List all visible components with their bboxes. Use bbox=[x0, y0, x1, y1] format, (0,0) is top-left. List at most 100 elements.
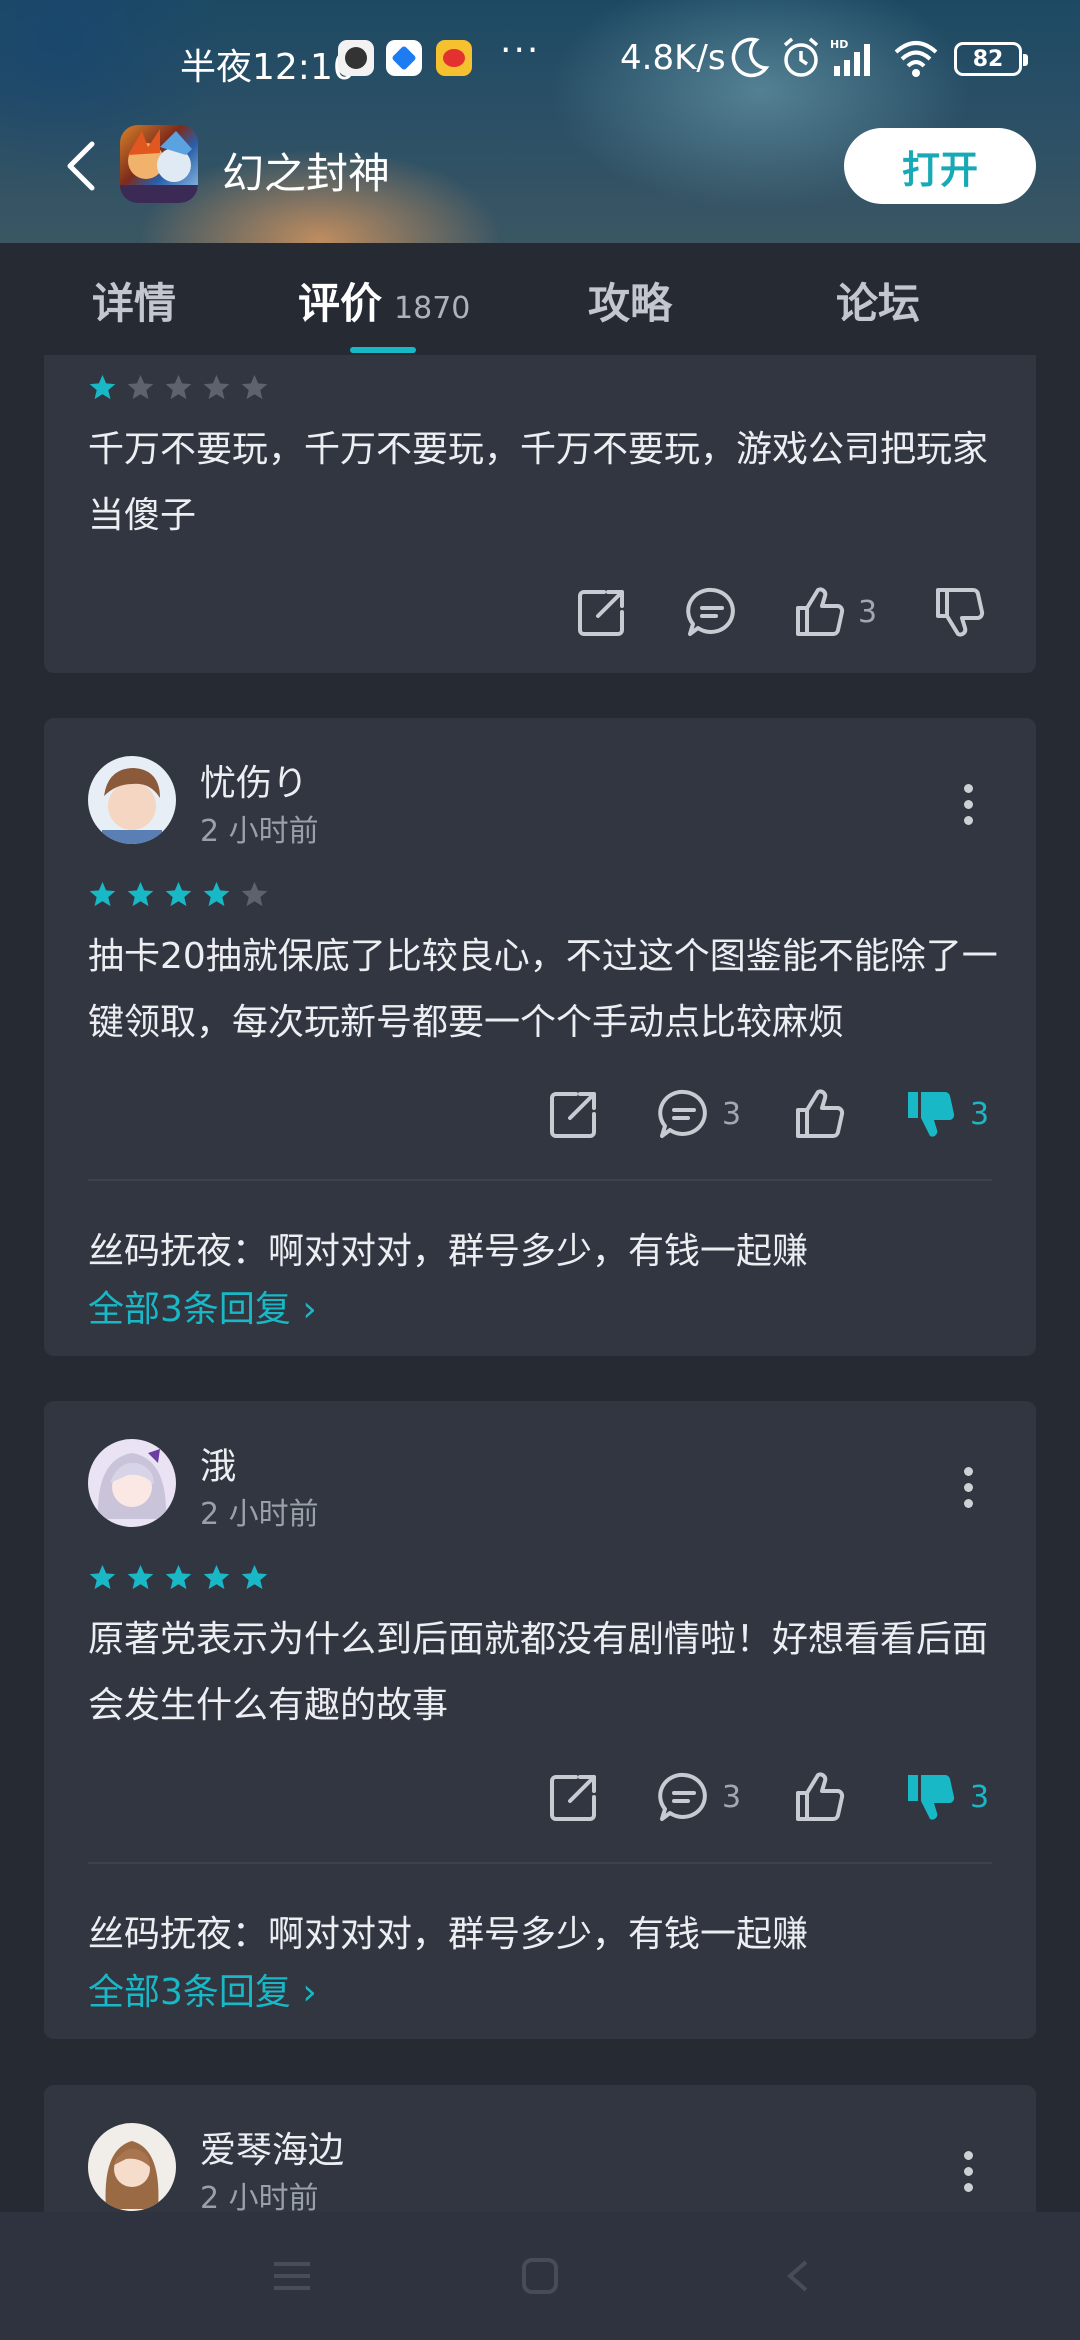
app-title: 幻之封神 bbox=[222, 149, 391, 198]
star-filled-icon bbox=[165, 881, 192, 907]
star-empty-icon bbox=[203, 374, 230, 400]
dislike-count: 3 bbox=[970, 1779, 990, 1815]
dislike-count: 3 bbox=[970, 1096, 990, 1132]
comment-button[interactable] bbox=[684, 582, 740, 642]
wifi-icon bbox=[894, 41, 938, 77]
status-time: 半夜12:10 bbox=[180, 47, 356, 88]
share-icon bbox=[550, 1775, 596, 1821]
star-filled-icon bbox=[127, 1564, 154, 1590]
like-button[interactable] bbox=[792, 1084, 848, 1144]
review-text: 原著党表示为什么到后面就都没有剧情啦！好想看看后面会发生什么有趣的故事 bbox=[88, 1619, 989, 1726]
tab-details[interactable]: 详情 bbox=[92, 270, 176, 331]
divider bbox=[88, 1179, 992, 1181]
more-notifications-icon: ··· bbox=[500, 30, 541, 71]
username: 爱琴海边 bbox=[200, 2130, 345, 2171]
reply-preview: 丝码抚夜：啊对对对，群号多少，有钱一起赚 bbox=[88, 1914, 809, 1955]
review-card: 忧伤り 2 小时前 抽卡20抽就保底了比较良心，不过这个图鉴能不能除了一键领取，… bbox=[44, 718, 1036, 1356]
moon-icon bbox=[731, 37, 770, 78]
star-filled-icon bbox=[89, 1564, 116, 1590]
rating-stars bbox=[88, 880, 269, 909]
menu-icon[interactable] bbox=[270, 2256, 314, 2296]
tab-label: 评价 bbox=[298, 279, 383, 328]
svg-text:HD: HD bbox=[830, 38, 848, 51]
review-card: 千万不要玩，千万不要玩，千万不要玩，游戏公司把玩家当傻子 3 bbox=[44, 355, 1036, 673]
review-card: 爱琴海边 2 小时前 bbox=[44, 2085, 1036, 2212]
share-button[interactable] bbox=[546, 1767, 602, 1827]
tab-reviews[interactable]: 评价 1870 bbox=[298, 270, 470, 331]
share-icon bbox=[578, 590, 624, 636]
review-actions: 3 3 bbox=[44, 1084, 1036, 1144]
more-options-button[interactable] bbox=[962, 784, 974, 830]
open-button[interactable]: 打开 bbox=[844, 128, 1036, 204]
rating-stars bbox=[88, 1563, 269, 1592]
review-text: 抽卡20抽就保底了比较良心，不过这个图鉴能不能除了一键领取，每次玩新号都要一个个… bbox=[88, 936, 998, 1043]
avatar[interactable] bbox=[88, 1439, 176, 1527]
tab-label: 详情 bbox=[92, 279, 177, 328]
back-nav-icon[interactable] bbox=[780, 2256, 820, 2296]
signal-icon: HD bbox=[830, 38, 870, 76]
more-options-button[interactable] bbox=[962, 2151, 974, 2197]
weibo-icon bbox=[436, 40, 472, 76]
comment-button[interactable]: 3 bbox=[656, 1767, 741, 1827]
status-bar: 半夜12:10 ··· 4.8K/s HD 82 bbox=[0, 0, 1080, 120]
alarm-icon bbox=[783, 37, 819, 77]
like-button[interactable]: 3 bbox=[792, 582, 877, 642]
dislike-button[interactable]: 3 bbox=[904, 1767, 989, 1827]
back-button[interactable] bbox=[58, 138, 106, 194]
star-filled-icon bbox=[203, 881, 230, 907]
thumbs-down-filled-icon bbox=[908, 1774, 955, 1820]
username: 忧伤り bbox=[200, 763, 309, 804]
battery-indicator: 82 bbox=[954, 42, 1028, 76]
review-count: 1870 bbox=[394, 291, 471, 326]
star-filled-icon bbox=[127, 881, 154, 907]
dislike-button[interactable] bbox=[932, 582, 988, 642]
star-filled-icon bbox=[89, 881, 116, 907]
review-actions: 3 bbox=[44, 582, 1036, 642]
star-empty-icon bbox=[241, 374, 268, 400]
share-button[interactable] bbox=[546, 1084, 602, 1144]
thumbs-down-filled-icon bbox=[908, 1091, 955, 1137]
rating-stars bbox=[88, 373, 269, 402]
network-speed: 4.8K/s bbox=[620, 38, 726, 78]
thumbs-up-icon bbox=[796, 1089, 845, 1138]
share-button[interactable] bbox=[574, 582, 630, 642]
reply-preview: 丝码抚夜：啊对对对，群号多少，有钱一起赚 bbox=[88, 1231, 809, 1272]
like-button[interactable] bbox=[792, 1767, 848, 1827]
review-card: 涐 2 小时前 原著党表示为什么到后面就都没有剧情啦！好想看看后面会发生什么有趣… bbox=[44, 1401, 1036, 2039]
like-count: 3 bbox=[858, 594, 878, 630]
comment-icon bbox=[658, 1089, 707, 1138]
review-time: 2 小时前 bbox=[200, 814, 319, 849]
divider bbox=[88, 1862, 992, 1864]
more-options-button[interactable] bbox=[962, 1467, 974, 1513]
view-all-replies-link[interactable]: 全部3条回复 › bbox=[88, 1963, 317, 2015]
thumbs-up-icon bbox=[796, 587, 845, 636]
thumbs-down-icon bbox=[936, 588, 985, 637]
avatar[interactable] bbox=[88, 2123, 176, 2211]
active-tab-indicator bbox=[350, 347, 416, 353]
app-header: 半夜12:10 ··· 4.8K/s HD 82 幻之封神 打开 bbox=[0, 0, 1080, 243]
tab-label: 攻略 bbox=[588, 279, 673, 328]
comment-button[interactable]: 3 bbox=[656, 1084, 741, 1144]
comment-icon bbox=[686, 587, 735, 636]
comment-icon bbox=[658, 1772, 707, 1821]
system-navigation-bar bbox=[0, 2212, 1080, 2340]
star-filled-icon bbox=[89, 374, 116, 400]
review-actions: 3 3 bbox=[44, 1767, 1036, 1827]
notification-app-icon bbox=[338, 40, 374, 76]
tab-forum[interactable]: 论坛 bbox=[836, 270, 920, 331]
notification-app-icon bbox=[386, 40, 422, 76]
star-filled-icon bbox=[203, 1564, 230, 1590]
dislike-button[interactable]: 3 bbox=[904, 1084, 989, 1144]
review-time: 2 小时前 bbox=[200, 1497, 319, 1532]
home-icon[interactable] bbox=[520, 2256, 560, 2296]
share-icon bbox=[550, 1092, 596, 1138]
thumbs-up-icon bbox=[796, 1772, 845, 1821]
view-all-replies-link[interactable]: 全部3条回复 › bbox=[88, 1280, 317, 1332]
star-empty-icon bbox=[165, 374, 192, 400]
avatar[interactable] bbox=[88, 756, 176, 844]
review-text: 千万不要玩，千万不要玩，千万不要玩，游戏公司把玩家当傻子 bbox=[88, 429, 989, 536]
star-filled-icon bbox=[165, 1564, 192, 1590]
username: 涐 bbox=[200, 1446, 237, 1487]
tab-guides[interactable]: 攻略 bbox=[588, 270, 672, 331]
review-time: 2 小时前 bbox=[200, 2181, 319, 2212]
